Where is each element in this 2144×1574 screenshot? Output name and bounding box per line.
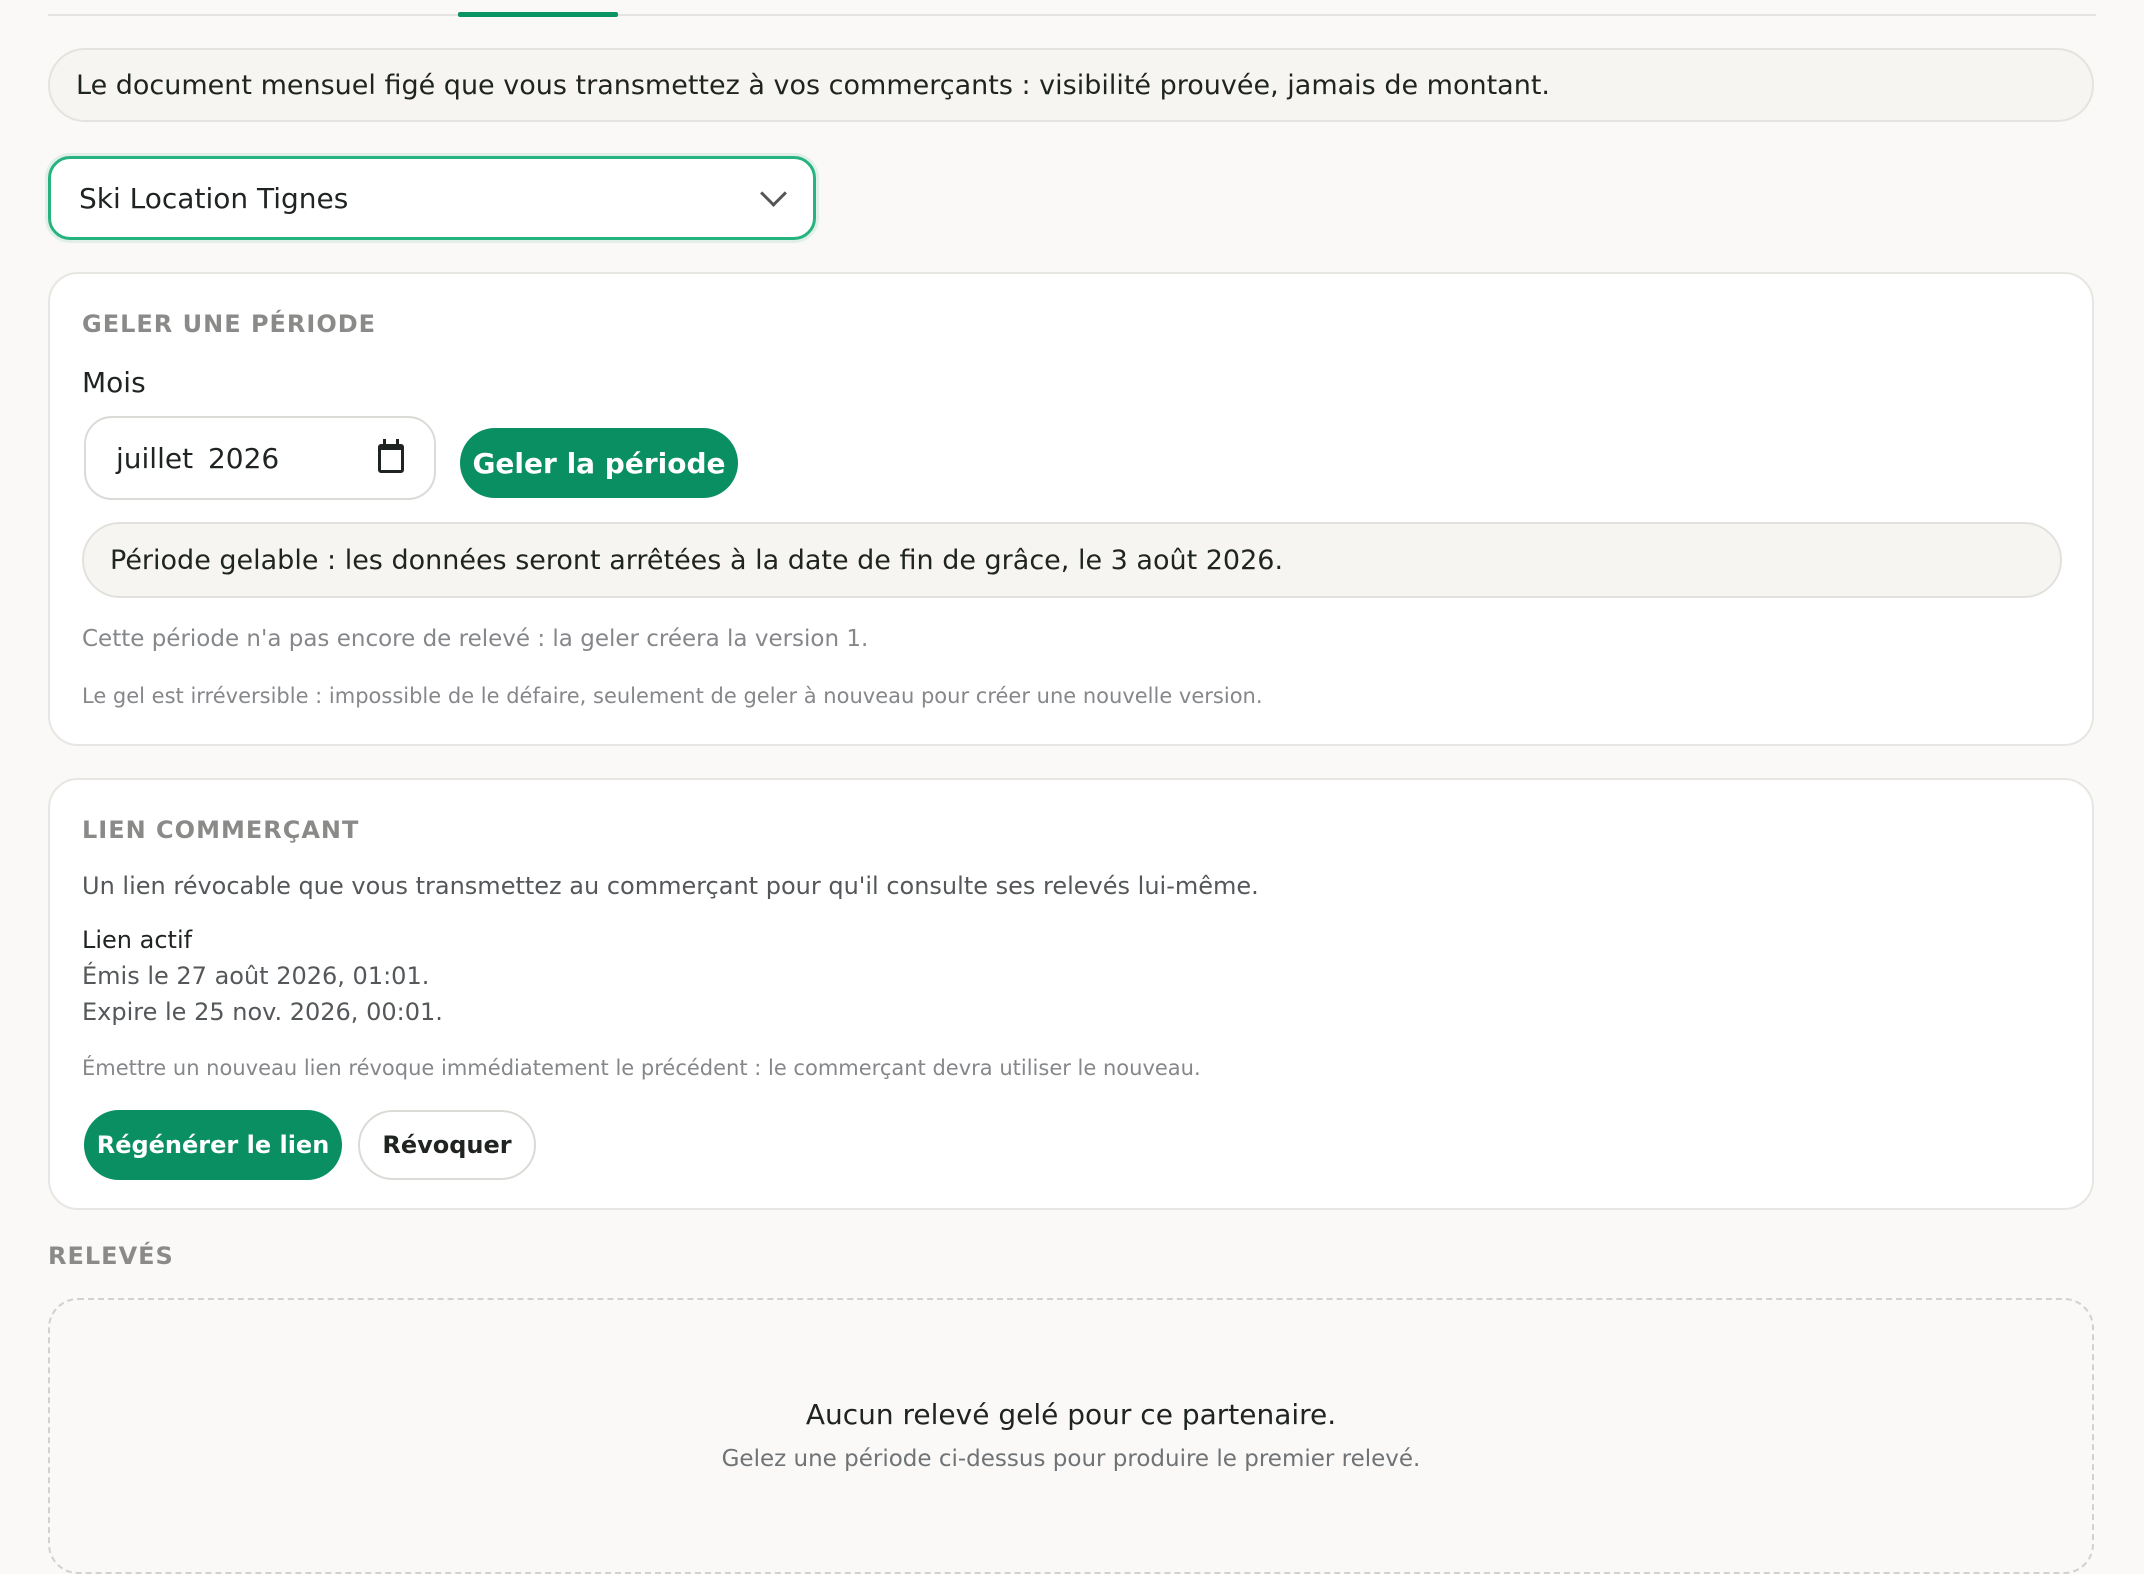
freeze-warning-text: Le gel est irréversible : impossible de … [82,684,1263,708]
month-input-value: juillet 2026 [116,441,280,475]
statements-title: RELEVÉS [48,1242,174,1270]
freeze-period-button[interactable]: Geler la période [460,428,738,498]
regenerate-link-button[interactable]: Régénérer le lien [84,1110,342,1180]
intro-banner: Le document mensuel figé que vous transm… [48,48,2094,122]
empty-state-title: Aucun relevé gelé pour ce partenaire. [805,1398,1337,1431]
merchant-link-card: LIEN COMMERÇANT Un lien révocable que vo… [48,778,2094,1210]
statements-empty-state: Aucun relevé gelé pour ce partenaire. Ge… [48,1298,2094,1574]
link-expiry-date: Expire le 25 nov. 2026, 00:01. [82,998,443,1026]
partner-select[interactable]: Ski Location Tignes [48,156,816,240]
chevron-down-icon [760,179,787,207]
link-regenerate-note: Émettre un nouveau lien révoque immédiat… [82,1056,1201,1080]
month-input[interactable]: juillet 2026 [84,416,436,500]
intro-text: Le document mensuel figé que vous transm… [76,69,1550,101]
freeze-notice: Période gelable : les données seront arr… [82,522,2062,598]
merchant-link-title: LIEN COMMERÇANT [82,816,360,844]
link-issued-date: Émis le 27 août 2026, 01:01. [82,962,430,990]
tabs-divider [48,14,2096,16]
month-label: Mois [82,366,146,399]
freeze-notice-text: Période gelable : les données seront arr… [110,544,1284,576]
revoke-link-button[interactable]: Révoquer [358,1110,536,1180]
freeze-period-card: GELER UNE PÉRIODE Mois juillet 2026 Gele… [48,272,2094,746]
active-tab-indicator [458,12,618,17]
link-status: Lien actif [82,926,193,954]
freeze-info-text: Cette période n'a pas encore de relevé :… [82,626,869,652]
freeze-period-title: GELER UNE PÉRIODE [82,310,377,338]
empty-state-subtitle: Gelez une période ci-dessus pour produir… [721,1446,1421,1472]
calendar-icon[interactable] [378,438,404,473]
merchant-link-description: Un lien révocable que vous transmettez a… [82,872,1259,900]
partner-select-value: Ski Location Tignes [79,181,349,215]
